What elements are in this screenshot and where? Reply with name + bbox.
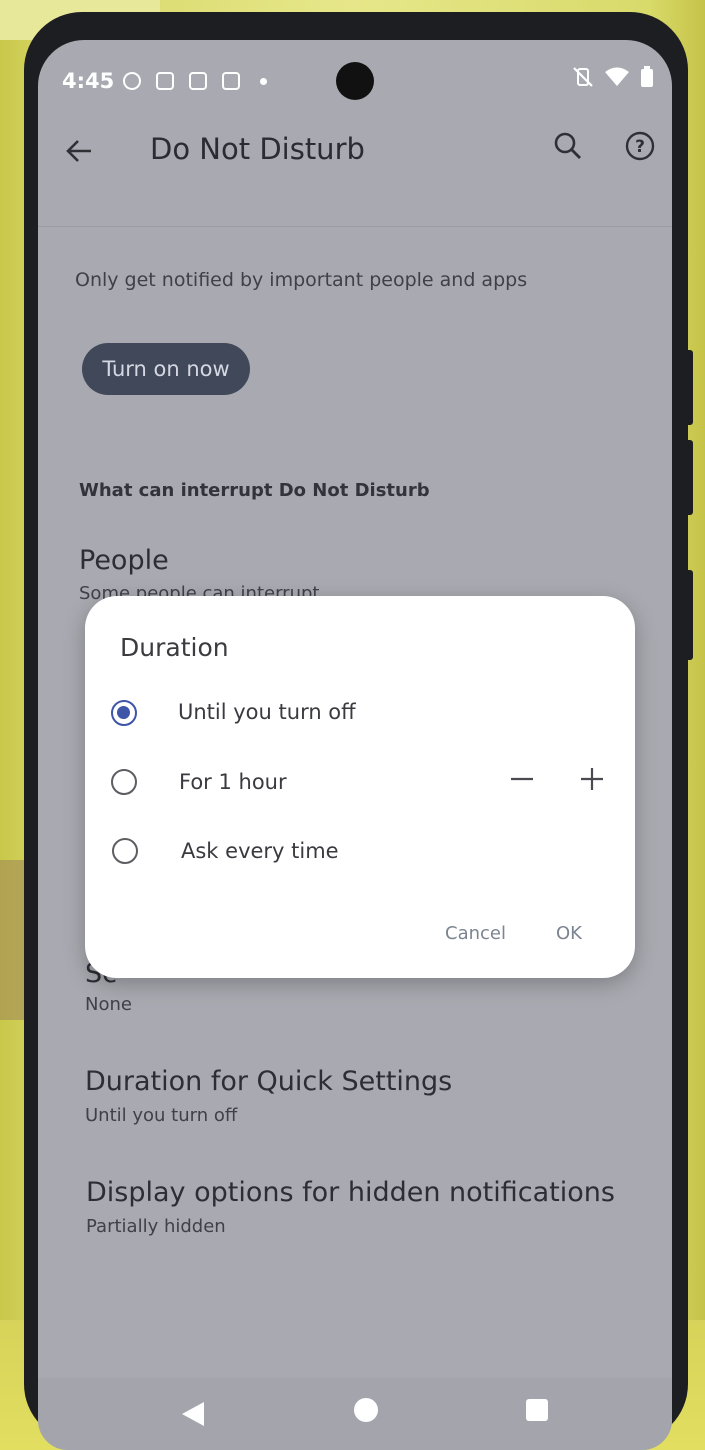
system-icons xyxy=(572,66,654,88)
section-header: What can interrupt Do Not Disturb xyxy=(79,480,430,501)
description-text: Only get notified by important people an… xyxy=(75,269,528,291)
increase-duration-icon[interactable] xyxy=(577,764,607,794)
help-icon[interactable]: ? xyxy=(624,130,656,162)
battery-icon xyxy=(641,66,653,87)
back-arrow-icon[interactable] xyxy=(64,136,94,166)
more-notifications-dot xyxy=(260,78,267,85)
front-camera xyxy=(336,62,374,100)
bag-icon xyxy=(189,72,207,90)
nav-home-icon[interactable] xyxy=(354,1398,378,1422)
app-bar-divider xyxy=(38,226,672,227)
radio-until-turn-off[interactable] xyxy=(111,700,137,726)
option-label-for-1-hour[interactable]: For 1 hour xyxy=(179,770,287,794)
display-options-subtitle: Partially hidden xyxy=(86,1216,226,1237)
schedules-setting-subtitle: None xyxy=(85,994,132,1015)
screen: 4:45 Do Not Disturb ? Only get notified … xyxy=(38,40,672,1450)
option-label-until-turn-off[interactable]: Until you turn off xyxy=(178,700,356,724)
duration-quick-settings-title[interactable]: Duration for Quick Settings xyxy=(85,1066,452,1097)
duration-quick-settings-subtitle: Until you turn off xyxy=(85,1105,238,1126)
duration-dialog: Duration Until you turn off For 1 hour A… xyxy=(85,596,635,978)
vibrate-off-icon xyxy=(573,67,593,87)
nav-recents-icon[interactable] xyxy=(526,1399,548,1421)
navigation-bar xyxy=(38,1378,672,1450)
people-setting-title[interactable]: People xyxy=(79,545,169,576)
display-options-title[interactable]: Display options for hidden notifications xyxy=(86,1177,615,1208)
page-title: Do Not Disturb xyxy=(150,132,365,166)
message-icon xyxy=(222,72,240,90)
option-label-ask-every-time[interactable]: Ask every time xyxy=(181,839,339,863)
wifi-icon xyxy=(605,67,629,86)
turn-on-now-button[interactable]: Turn on now xyxy=(82,343,250,395)
power-button xyxy=(685,570,693,660)
volume-button xyxy=(685,350,693,425)
cancel-button[interactable]: Cancel xyxy=(445,923,506,944)
notification-icon xyxy=(123,72,141,90)
volume-button-2 xyxy=(685,440,693,515)
ok-button[interactable]: OK xyxy=(556,923,582,944)
notification-icon xyxy=(156,72,174,90)
radio-for-1-hour[interactable] xyxy=(111,769,137,795)
status-time: 4:45 xyxy=(62,69,115,93)
radio-ask-every-time[interactable] xyxy=(112,838,138,864)
status-bar: 4:45 xyxy=(38,40,672,120)
dialog-title: Duration xyxy=(120,633,229,662)
search-icon[interactable] xyxy=(552,130,584,162)
nav-back-icon[interactable] xyxy=(180,1400,206,1428)
svg-text:?: ? xyxy=(635,137,645,157)
decrease-duration-icon[interactable] xyxy=(507,764,537,794)
